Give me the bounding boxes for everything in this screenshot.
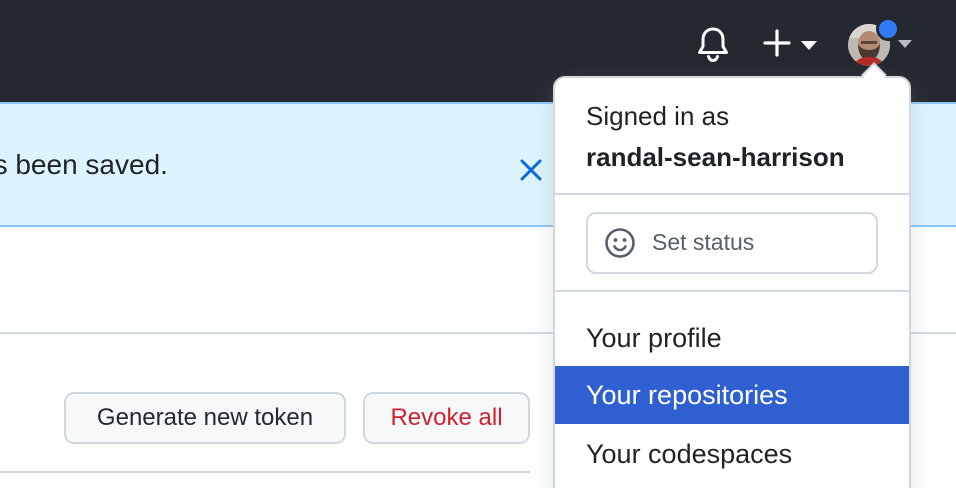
signed-in-label: Signed in as [586,101,730,131]
flash-message: as been saved. [0,149,168,180]
generate-new-token-button[interactable]: Generate new token [64,392,346,444]
menu-divider [555,290,909,292]
bell-icon[interactable] [694,24,732,64]
menu-item-your-profile[interactable]: Your profile [555,309,909,367]
caret-down-icon[interactable] [896,38,914,50]
menu-divider [555,193,909,195]
menu-item-your-repositories[interactable]: Your repositories [555,366,909,424]
set-status-button[interactable]: Set status [586,212,878,274]
plus-icon[interactable] [762,28,792,58]
smiley-icon [605,228,635,258]
list-divider [0,471,530,473]
set-status-label: Set status [652,229,755,255]
username: randal-sean-harrison [586,142,845,172]
caret-down-icon[interactable] [799,38,819,52]
revoke-all-button[interactable]: Revoke all [363,392,530,444]
menu-item-your-codespaces[interactable]: Your codespaces [555,425,909,483]
close-icon[interactable] [518,157,544,183]
